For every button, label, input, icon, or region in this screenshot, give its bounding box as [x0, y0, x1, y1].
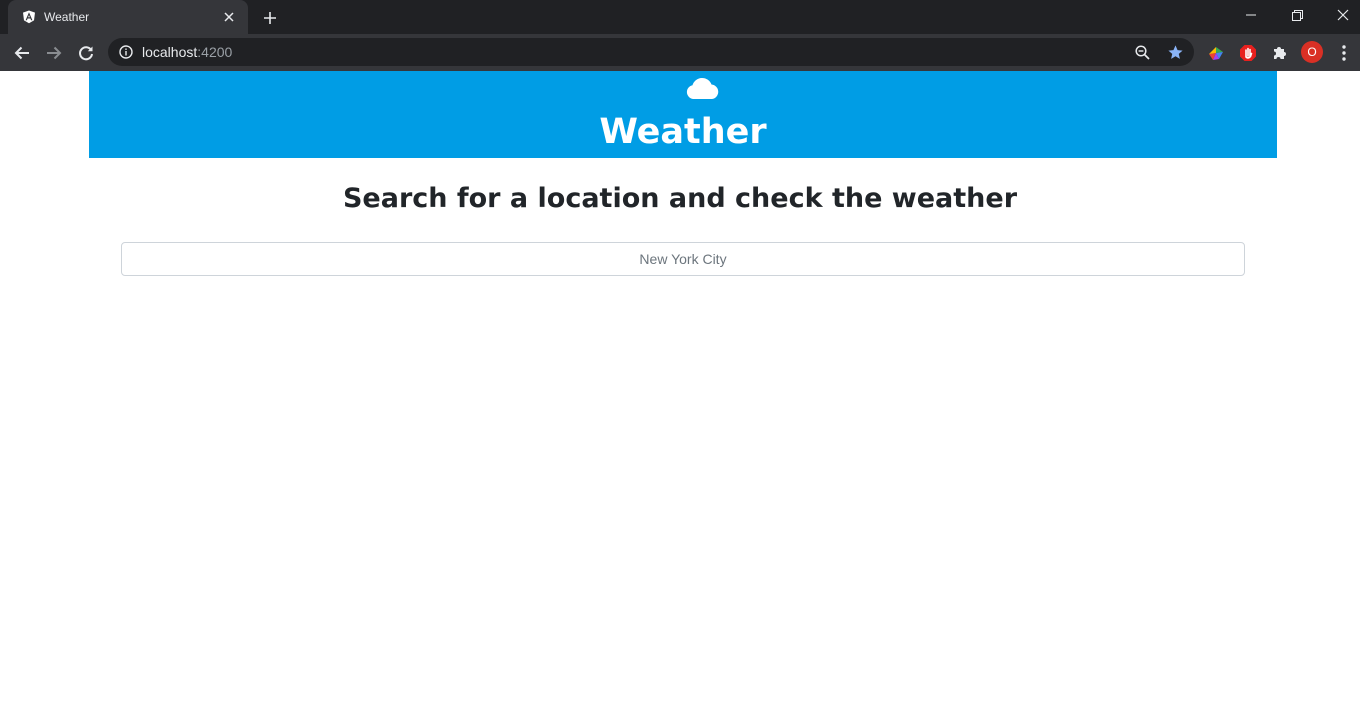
back-button[interactable] [9, 40, 35, 66]
location-search-input[interactable] [121, 242, 1245, 276]
reload-button[interactable] [73, 40, 99, 66]
zoom-out-icon[interactable] [1134, 44, 1150, 60]
url-text: localhost:4200 [142, 45, 232, 59]
close-window-button[interactable] [1320, 0, 1360, 30]
profile-avatar[interactable]: O [1301, 41, 1323, 63]
tab-close-icon[interactable] [220, 8, 238, 26]
address-bar[interactable]: localhost:4200 [108, 38, 1194, 66]
url-port: :4200 [197, 44, 233, 60]
weather-header-banner: Weather [89, 71, 1277, 158]
browser-tab-strip: Weather [0, 0, 1360, 34]
restore-icon [1291, 9, 1303, 21]
arrow-right-icon [47, 46, 62, 60]
browser-toolbar: localhost:4200 O [0, 34, 1360, 71]
url-host: localhost [142, 44, 198, 60]
plus-icon [264, 12, 276, 24]
bookmark-star-icon[interactable] [1166, 43, 1184, 61]
extensions-puzzle-icon[interactable] [1267, 40, 1293, 66]
search-heading: Search for a location and check the weat… [342, 183, 1018, 214]
page-title: Weather [599, 112, 767, 152]
restore-button[interactable] [1274, 0, 1320, 30]
block-hand-extension-icon[interactable] [1235, 40, 1261, 66]
new-tab-button[interactable] [259, 7, 281, 29]
browser-tab[interactable]: Weather [8, 0, 248, 34]
more-vertical-icon [1342, 45, 1346, 61]
arrow-left-icon [14, 46, 29, 60]
cloud-icon [686, 77, 719, 99]
close-icon [1337, 9, 1349, 21]
chrome-menu-button[interactable] [1331, 40, 1357, 66]
reload-icon [79, 46, 93, 61]
tab-title: Weather [44, 10, 90, 24]
colorful-extension-icon[interactable] [1203, 40, 1229, 66]
minimize-icon [1246, 14, 1256, 16]
page-content: Weather Search for a location and check … [0, 71, 1360, 719]
angular-logo-icon [22, 10, 36, 24]
forward-button[interactable] [41, 40, 67, 66]
minimize-button[interactable] [1228, 0, 1274, 30]
site-info-icon[interactable] [118, 44, 134, 60]
